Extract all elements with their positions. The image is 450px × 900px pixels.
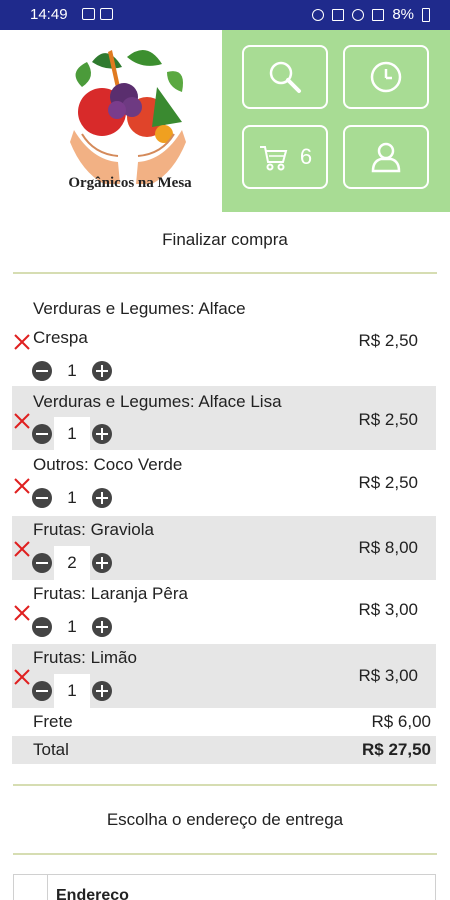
battery-percent: 8% xyxy=(392,6,414,23)
battery-icon xyxy=(422,7,430,22)
cart-item: Frutas: Laranja Pêra R$ 3,00 1 xyxy=(12,580,436,644)
decrease-quantity-button[interactable] xyxy=(32,553,52,573)
increase-quantity-button[interactable] xyxy=(92,553,112,573)
item-name: Outros: Coco Verde xyxy=(33,455,183,474)
quantity-stepper: 1 xyxy=(32,674,112,708)
status-bar: 14:49 8% xyxy=(0,0,450,30)
remove-item-icon[interactable] xyxy=(13,540,31,558)
quantity-value[interactable]: 1 xyxy=(54,610,90,644)
cart-button[interactable]: 6 xyxy=(242,125,328,189)
cart-count: 6 xyxy=(299,144,313,169)
user-icon xyxy=(371,142,401,173)
shipping-label: Frete xyxy=(33,712,73,731)
remove-item-icon[interactable] xyxy=(13,477,31,495)
address-select-column xyxy=(14,875,48,900)
quantity-stepper: 1 xyxy=(32,481,112,515)
cart-item: Verduras e Legumes: Alface Crespa R$ 2,5… xyxy=(12,293,436,388)
quantity-value[interactable]: 1 xyxy=(54,417,90,451)
delivery-address-title: Escolha o endereço de entrega xyxy=(106,810,344,829)
cart-item: Verduras e Legumes: Alface Lisa R$ 2,50 … xyxy=(12,386,436,451)
logo-image xyxy=(70,49,186,184)
quantity-value[interactable]: 1 xyxy=(54,481,90,515)
remove-item-icon[interactable] xyxy=(13,333,31,351)
total-row: Total R$ 27,50 xyxy=(12,736,436,764)
wifi-icon xyxy=(352,8,365,21)
header-actions: 6 xyxy=(222,30,450,212)
cart-icon xyxy=(259,146,288,171)
item-price: R$ 3,00 xyxy=(358,600,418,619)
item-price: R$ 2,50 xyxy=(358,473,418,492)
total-label: Total xyxy=(33,740,69,759)
divider xyxy=(13,784,437,786)
item-price: R$ 2,50 xyxy=(358,410,418,429)
signal-icon xyxy=(372,8,385,21)
shipping-row: Frete R$ 6,00 xyxy=(12,708,436,736)
total-value: R$ 27,50 xyxy=(362,740,431,759)
item-price: R$ 3,00 xyxy=(358,666,418,685)
item-name: Frutas: Limão xyxy=(33,648,137,667)
item-price: R$ 8,00 xyxy=(358,538,418,557)
search-button[interactable] xyxy=(242,45,328,109)
decrease-quantity-button[interactable] xyxy=(32,681,52,701)
decrease-quantity-button[interactable] xyxy=(32,361,52,381)
profile-button[interactable] xyxy=(343,125,429,189)
app-header: Orgânicos na Mesa 6 xyxy=(0,30,450,212)
item-price: R$ 2,50 xyxy=(358,331,418,350)
quantity-value[interactable]: 1 xyxy=(54,354,90,388)
divider xyxy=(13,853,437,855)
remove-item-icon[interactable] xyxy=(13,412,31,430)
address-table: Endereço xyxy=(13,874,436,900)
gallery-icon xyxy=(82,8,95,20)
quantity-stepper: 1 xyxy=(32,417,112,451)
cart-item: Outros: Coco Verde R$ 2,50 1 xyxy=(12,451,436,515)
quantity-stepper: 1 xyxy=(32,610,112,644)
increase-quantity-button[interactable] xyxy=(92,361,112,381)
item-name: Verduras e Legumes: Alface Lisa xyxy=(33,392,282,411)
logo-text: Orgânicos na Mesa xyxy=(68,175,192,191)
search-icon xyxy=(269,61,301,93)
address-column-header: Endereço xyxy=(56,887,129,900)
decrease-quantity-button[interactable] xyxy=(32,617,52,637)
item-name-line2: Crespa xyxy=(33,328,88,347)
mute-icon xyxy=(332,8,345,21)
remove-item-icon[interactable] xyxy=(13,604,31,622)
remove-item-icon[interactable] xyxy=(13,668,31,686)
status-time: 14:49 xyxy=(30,6,68,23)
increase-quantity-button[interactable] xyxy=(92,424,112,444)
item-name: Frutas: Laranja Pêra xyxy=(33,584,188,603)
quantity-value[interactable]: 1 xyxy=(54,674,90,708)
alarm-icon xyxy=(312,8,325,21)
clock-icon xyxy=(370,61,402,93)
item-name: Verduras e Legumes: Alface xyxy=(33,299,246,318)
message-icon xyxy=(100,8,113,20)
cart-item: Frutas: Limão R$ 3,00 1 xyxy=(12,644,436,708)
cart-item: Frutas: Graviola R$ 8,00 2 xyxy=(12,516,436,580)
quantity-value[interactable]: 2 xyxy=(54,546,90,580)
quantity-stepper: 2 xyxy=(32,546,112,580)
item-name: Frutas: Graviola xyxy=(33,520,154,539)
decrease-quantity-button[interactable] xyxy=(32,488,52,508)
checkout-title: Finalizar compra xyxy=(162,230,288,249)
divider xyxy=(13,272,437,274)
decrease-quantity-button[interactable] xyxy=(32,424,52,444)
increase-quantity-button[interactable] xyxy=(92,681,112,701)
quantity-stepper: 1 xyxy=(32,354,112,388)
shipping-value: R$ 6,00 xyxy=(371,712,431,731)
increase-quantity-button[interactable] xyxy=(92,617,112,637)
history-button[interactable] xyxy=(343,45,429,109)
increase-quantity-button[interactable] xyxy=(92,488,112,508)
logo[interactable]: Orgânicos na Mesa xyxy=(0,30,222,212)
